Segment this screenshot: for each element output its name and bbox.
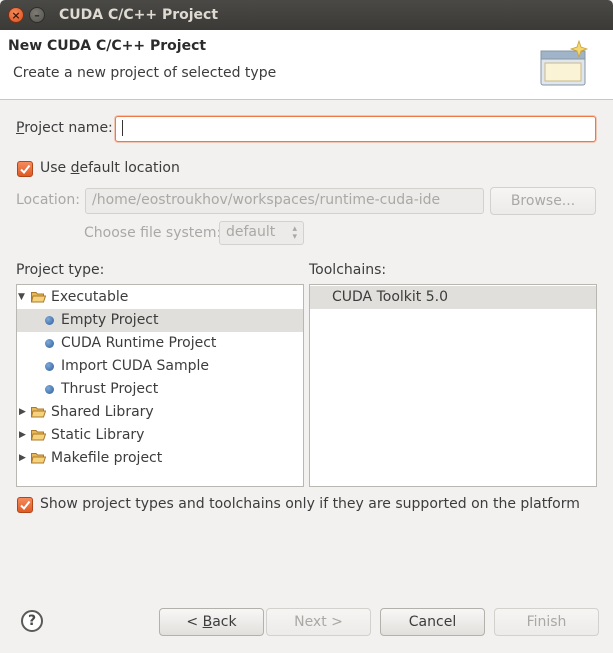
project-bullet-icon [45, 362, 54, 371]
help-icon[interactable]: ? [21, 610, 43, 632]
toolchains-list[interactable]: CUDA Toolkit 5.0 [309, 284, 597, 487]
window-titlebar[interactable]: × – CUDA C/C++ Project [0, 0, 613, 30]
toolchain-item-label: CUDA Toolkit 5.0 [332, 289, 448, 305]
tree-item-label: Empty Project [61, 312, 159, 328]
folder-open-icon [31, 292, 46, 303]
location-value: /home/eostroukhov/workspaces/runtime-cud… [92, 192, 441, 208]
tree-item-import-cuda-sample[interactable]: Import CUDA Sample [17, 355, 303, 378]
project-bullet-icon [45, 385, 54, 394]
use-default-label-pre: Use [40, 160, 71, 176]
project-type-tree[interactable]: ▼ Executable Empty Project CUDA Runtime … [16, 284, 304, 487]
checkmark-icon [20, 164, 31, 175]
collapsed-arrow-icon: ▶ [19, 407, 26, 417]
project-bullet-icon [45, 316, 54, 325]
tree-item-cuda-runtime-project[interactable]: CUDA Runtime Project [17, 332, 303, 355]
project-bullet-icon [45, 339, 54, 348]
location-input[interactable]: /home/eostroukhov/workspaces/runtime-cud… [85, 188, 484, 214]
use-default-location-label[interactable]: Use default location [40, 160, 180, 176]
project-name-label-text: roject name: [24, 120, 113, 136]
tree-item-thrust-project[interactable]: Thrust Project [17, 378, 303, 401]
text-caret [122, 120, 123, 136]
tree-item-shared-library[interactable]: ▶ Shared Library [17, 401, 303, 424]
wizard-header: New CUDA C/C++ Project Create a new proj… [0, 30, 613, 100]
minimize-icon: – [34, 9, 40, 22]
tree-item-label: Import CUDA Sample [61, 358, 209, 374]
expanded-arrow-icon: ▼ [18, 292, 25, 302]
page-description: Create a new project of selected type [13, 65, 277, 81]
tree-item-label: Thrust Project [61, 381, 159, 397]
cancel-button[interactable]: Cancel [380, 608, 485, 636]
use-default-label-accel: d [70, 160, 80, 176]
folder-icon [31, 453, 46, 464]
checkmark-icon [20, 500, 31, 511]
tree-item-label: CUDA Runtime Project [61, 335, 217, 351]
finish-button[interactable]: Finish [494, 608, 599, 636]
back-button[interactable]: < Back [159, 608, 264, 636]
file-system-label: Choose file system: [84, 225, 222, 241]
new-project-wizard-icon [540, 39, 589, 86]
window-title: CUDA C/C++ Project [59, 7, 219, 23]
tree-item-label: Static Library [51, 427, 145, 443]
folder-icon [31, 407, 46, 418]
spinner-arrows-icon: ▴ ▾ [292, 224, 297, 242]
window-close-button[interactable]: × [8, 7, 24, 23]
back-label-post: ack [212, 614, 237, 630]
toolchain-item-cuda-toolkit[interactable]: CUDA Toolkit 5.0 [310, 286, 596, 309]
back-label-accel: B [202, 614, 213, 630]
close-icon: × [11, 9, 21, 22]
page-title: New CUDA C/C++ Project [8, 38, 207, 54]
file-system-select[interactable]: default ▴ ▾ [219, 221, 304, 245]
tree-item-label: Makefile project [51, 450, 163, 466]
tree-item-label: Shared Library [51, 404, 154, 420]
show-supported-only-checkbox[interactable] [17, 497, 33, 513]
use-default-location-checkbox[interactable] [17, 161, 33, 177]
show-supported-only-label[interactable]: Show project types and toolchains only i… [40, 496, 580, 512]
tree-item-makefile-project[interactable]: ▶ Makefile project [17, 447, 303, 470]
tree-item-empty-project[interactable]: Empty Project [17, 309, 303, 332]
folder-icon [31, 430, 46, 441]
collapsed-arrow-icon: ▶ [19, 430, 26, 440]
next-button[interactable]: Next > [266, 608, 371, 636]
location-label: Location: [16, 192, 80, 208]
tree-item-label: Executable [51, 289, 129, 305]
file-system-value: default [226, 224, 276, 240]
back-label-pre: < [186, 614, 203, 630]
tree-item-executable[interactable]: ▼ Executable [17, 286, 303, 309]
project-type-label: Project type: [16, 262, 105, 278]
project-name-label-accel: P [16, 120, 25, 136]
use-default-label-post: efault location [79, 160, 180, 176]
collapsed-arrow-icon: ▶ [19, 453, 26, 463]
window-minimize-button[interactable]: – [29, 7, 45, 23]
browse-button[interactable]: Browse... [490, 187, 596, 215]
project-name-label: Project name: [16, 120, 113, 136]
tree-item-static-library[interactable]: ▶ Static Library [17, 424, 303, 447]
project-name-input[interactable] [115, 116, 596, 142]
toolchains-label: Toolchains: [309, 262, 387, 278]
